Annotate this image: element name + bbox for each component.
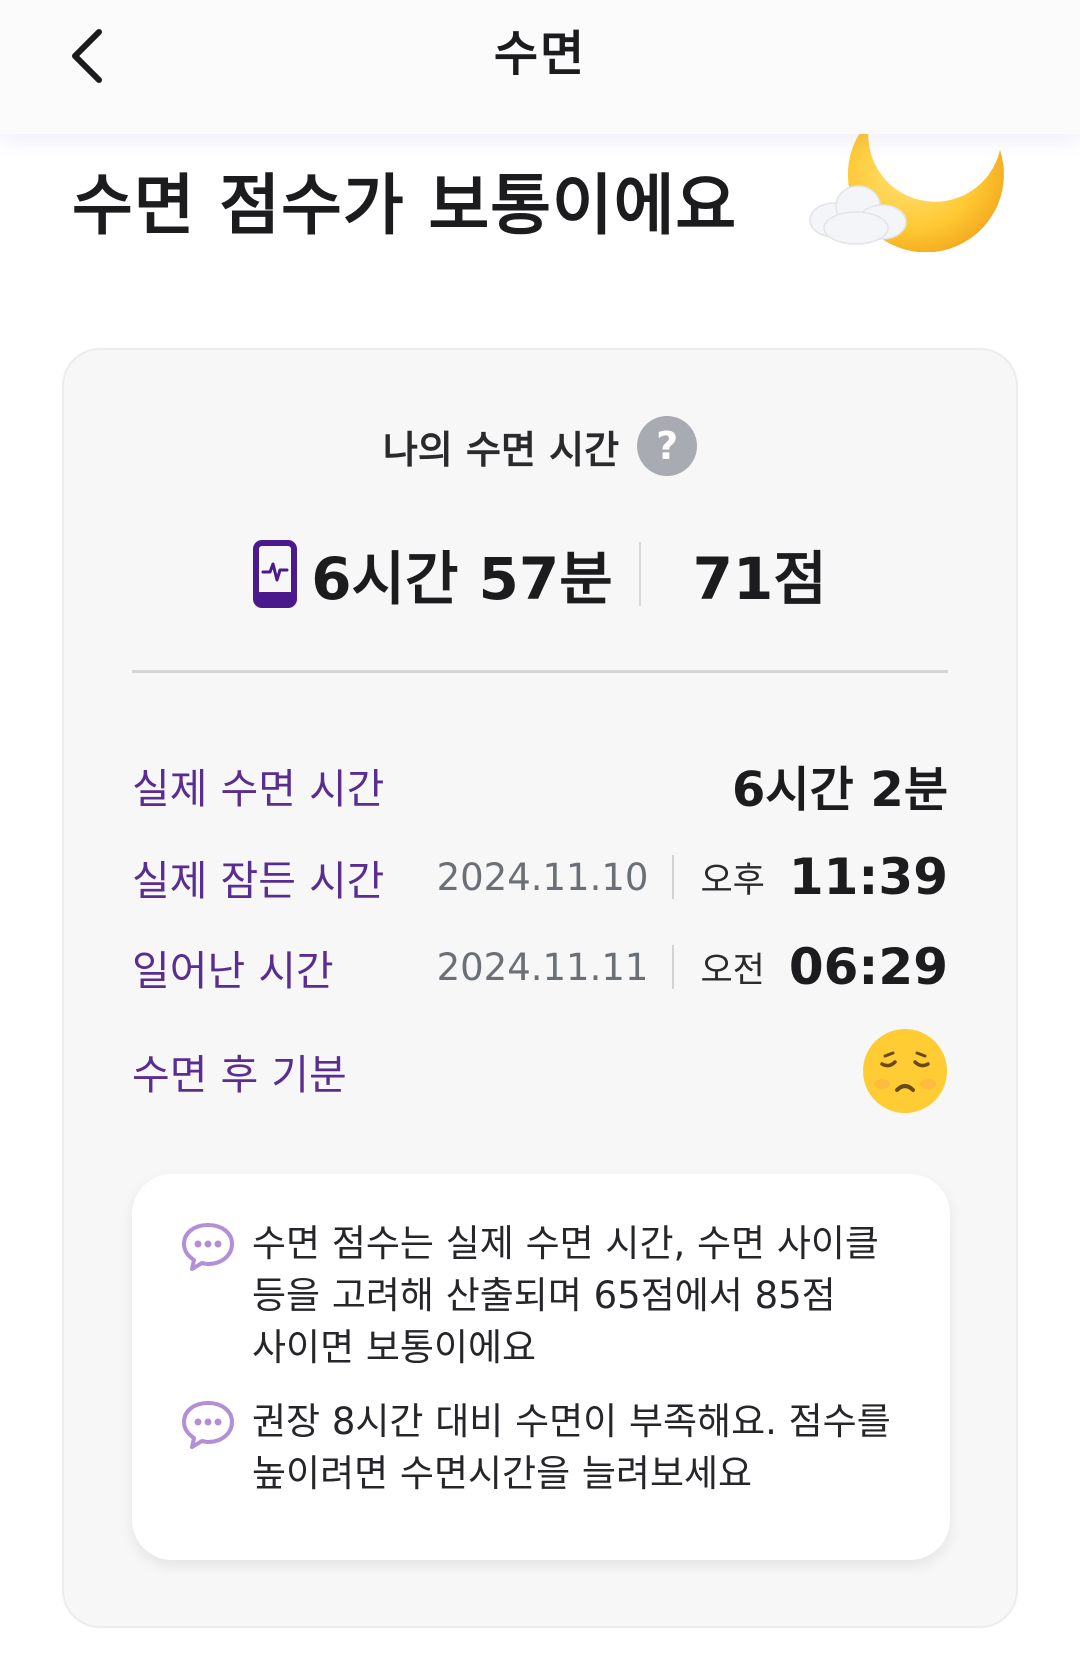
- tip-line: 등을 고려해 산출되며 65점에서 85점: [252, 1274, 836, 1317]
- total-sleep-duration: 6시간 57분: [311, 545, 613, 613]
- tip-text: 수면 점수는 실제 수면 시간, 수면 사이클 등을 고려해 산출되며 65점에…: [252, 1218, 879, 1374]
- tip-text: 권장 8시간 대비 수면이 부족해요. 점수를 높이려면 수면시간을 늘려보세요: [252, 1396, 891, 1500]
- tip-item: 수면 점수는 실제 수면 시간, 수면 사이클 등을 고려해 산출되며 65점에…: [180, 1218, 910, 1374]
- actual-sleep-row: 실제 수면 시간 6시간 2분: [132, 750, 948, 820]
- tip-line: 높이려면 수면시간을 늘려보세요: [252, 1452, 753, 1495]
- fell-asleep-row: 실제 잠든 시간 2024.11.10 오후 11:39: [132, 842, 948, 912]
- detail-divider: [672, 945, 675, 989]
- sleep-score: 71점: [692, 545, 827, 613]
- woke-up-date: 2024.11.11: [436, 945, 649, 989]
- woke-up-label: 일어난 시간: [132, 947, 334, 995]
- detail-divider: [672, 855, 675, 899]
- card-title-row: 나의 수면 시간 ?: [64, 414, 1016, 478]
- sleep-summary: 6시간 57분 71점: [64, 530, 1016, 618]
- card-title: 나의 수면 시간: [382, 427, 620, 472]
- woke-up-row: 일어난 시간 2024.11.11 오전 06:29: [132, 932, 948, 1002]
- chat-bubble-icon: [182, 1401, 234, 1449]
- actual-sleep-label: 실제 수면 시간: [132, 765, 385, 813]
- moon-cloud-illustration: [809, 130, 1004, 252]
- page-title: 수면: [493, 26, 587, 82]
- chat-bubble-icon: [182, 1223, 234, 1271]
- phone-sleep-tracker-icon: [253, 540, 298, 608]
- fell-asleep-date: 2024.11.10: [436, 855, 649, 899]
- top-app-bar: 수면: [0, 0, 1080, 134]
- summary-divider: [638, 542, 641, 606]
- divider: [132, 670, 948, 673]
- mood-row: 수면 후 기분: [132, 1028, 948, 1114]
- woke-up-ampm: 오전: [700, 950, 765, 991]
- tip-line: 권장 8시간 대비 수면이 부족해요. 점수를: [252, 1400, 891, 1443]
- tip-line: 사이면 보통이에요: [252, 1326, 537, 1369]
- question-mark-icon[interactable]: ?: [637, 416, 698, 476]
- fell-asleep-ampm: 오후: [700, 860, 765, 901]
- fell-asleep-time: 11:39: [788, 848, 948, 906]
- tip-line: 수면 점수는 실제 수면 시간, 수면 사이클: [252, 1222, 879, 1265]
- mood-label: 수면 후 기분: [132, 1051, 347, 1099]
- sleep-score-headline: 수면 점수가 보통이에요: [72, 167, 738, 244]
- woke-up-time: 06:29: [788, 938, 948, 996]
- sleep-screen: 수면 수면 점수가 보통이에요 나의 수면 시간 ? 6시간 57분 71점 실…: [0, 0, 1080, 1667]
- fell-asleep-label: 실제 잠든 시간: [132, 857, 385, 905]
- tip-item: 권장 8시간 대비 수면이 부족해요. 점수를 높이려면 수면시간을 늘려보세요: [180, 1396, 910, 1500]
- actual-sleep-value: 6시간 2분: [732, 762, 948, 818]
- tired-face-emoji-icon[interactable]: [862, 1028, 948, 1114]
- sleep-card: 나의 수면 시간 ? 6시간 57분 71점 실제 수면 시간 6시간 2분 실…: [62, 348, 1018, 1628]
- sleep-tips-box: 수면 점수는 실제 수면 시간, 수면 사이클 등을 고려해 산출되며 65점에…: [132, 1174, 950, 1560]
